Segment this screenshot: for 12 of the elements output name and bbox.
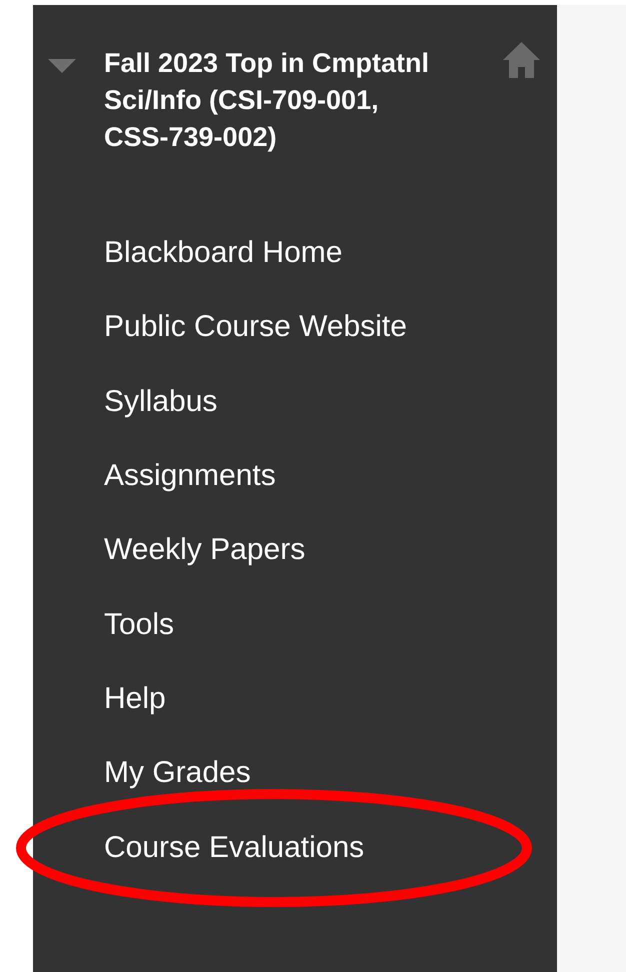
menu-item[interactable]: Help (104, 680, 166, 718)
menu-item[interactable]: Public Course Website (104, 308, 407, 346)
menu-item[interactable]: Syllabus (104, 382, 218, 421)
menu-item[interactable]: My Grades (104, 754, 251, 792)
menu-item[interactable]: Blackboard Home (104, 234, 342, 272)
home-icon[interactable] (503, 42, 540, 78)
menu-item[interactable]: Course Evaluations (104, 828, 364, 867)
menu-item[interactable]: Weekly Papers (104, 531, 306, 570)
course-title: Fall 2023 Top in Cmptatnl Sci/Info (CSI-709-001, CSS-739-002) (104, 47, 430, 154)
collapse-triangle-icon[interactable] (48, 59, 76, 73)
menu-item[interactable]: Tools (104, 606, 174, 644)
menu-item[interactable]: Assignments (104, 457, 276, 496)
